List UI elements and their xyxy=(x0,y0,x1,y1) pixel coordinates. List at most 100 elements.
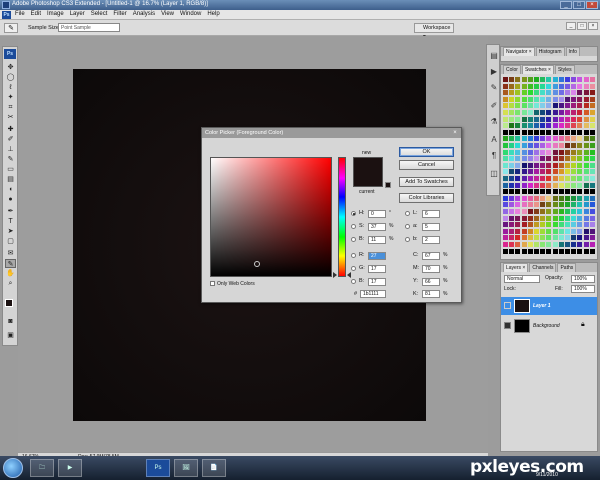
swatch-cell[interactable] xyxy=(534,129,539,135)
swatch-cell[interactable] xyxy=(571,110,577,115)
magic-wand-tool-icon[interactable]: ✦ xyxy=(5,93,16,102)
swatch-cell[interactable] xyxy=(558,103,564,109)
swatch-cell[interactable] xyxy=(571,215,577,221)
swatch-cell[interactable] xyxy=(521,90,527,96)
swatch-cell[interactable] xyxy=(534,110,539,115)
swatch-cell[interactable] xyxy=(589,77,595,82)
swatch-cell[interactable] xyxy=(571,189,577,195)
swatch-cell[interactable] xyxy=(527,90,533,96)
swatch-cell[interactable] xyxy=(527,209,533,214)
swatch-cell[interactable] xyxy=(509,189,515,195)
swatch-cell[interactable] xyxy=(571,235,577,241)
swatch-cell[interactable] xyxy=(571,83,577,89)
swatch-cell[interactable] xyxy=(589,116,595,122)
swatch-cell[interactable] xyxy=(515,248,521,254)
swatch-cell[interactable] xyxy=(583,182,589,188)
swatch-cell[interactable] xyxy=(558,149,564,155)
swatch-cell[interactable] xyxy=(558,83,564,89)
swatch-cell[interactable] xyxy=(527,195,533,201)
clone-stamp-tool-icon[interactable]: ⊥ xyxy=(5,145,16,154)
swatch-cell[interactable] xyxy=(509,136,515,142)
swatch-cell[interactable] xyxy=(577,136,583,142)
swatch-cell[interactable] xyxy=(546,123,552,129)
swatch-cell[interactable] xyxy=(503,176,508,181)
swatch-cell[interactable] xyxy=(565,209,570,214)
swatch-cell[interactable] xyxy=(509,143,515,148)
swatch-cell[interactable] xyxy=(515,162,521,168)
swatch-cell[interactable] xyxy=(552,83,558,89)
swatch-cell[interactable] xyxy=(571,228,577,234)
swatch-cell[interactable] xyxy=(558,202,564,208)
swatch-cell[interactable] xyxy=(589,215,595,221)
swatch-cell[interactable] xyxy=(558,235,564,241)
swatch-cell[interactable] xyxy=(546,228,552,234)
swatch-cell[interactable] xyxy=(509,162,515,168)
swatch-cell[interactable] xyxy=(558,136,564,142)
swatch-cell[interactable] xyxy=(558,110,564,115)
swatch-cell[interactable] xyxy=(552,123,558,129)
swatch-cell[interactable] xyxy=(503,242,508,247)
swatch-cell[interactable] xyxy=(571,195,577,201)
swatch-cell[interactable] xyxy=(546,156,552,162)
swatch-cell[interactable] xyxy=(558,248,564,254)
swatch-cell[interactable] xyxy=(521,235,527,241)
swatch-cell[interactable] xyxy=(509,182,515,188)
swatch-cell[interactable] xyxy=(540,90,546,96)
swatch-cell[interactable] xyxy=(589,209,595,214)
swatch-cell[interactable] xyxy=(552,110,558,115)
swatch-cell[interactable] xyxy=(521,116,527,122)
swatch-cell[interactable] xyxy=(515,195,521,201)
swatch-cell[interactable] xyxy=(503,96,508,102)
swatch-cell[interactable] xyxy=(577,83,583,89)
swatch-cell[interactable] xyxy=(577,156,583,162)
swatch-cell[interactable] xyxy=(527,149,533,155)
radio-a[interactable] xyxy=(405,224,410,229)
swatch-cell[interactable] xyxy=(540,189,546,195)
swatch-cell[interactable] xyxy=(521,83,527,89)
move-tool-icon[interactable]: ✥ xyxy=(5,63,16,72)
swatch-cell[interactable] xyxy=(546,222,552,228)
swatch-cell[interactable] xyxy=(558,189,564,195)
swatch-cell[interactable] xyxy=(558,222,564,228)
swatch-cell[interactable] xyxy=(571,90,577,96)
swatch-cell[interactable] xyxy=(546,116,552,122)
swatch-cell[interactable] xyxy=(509,149,515,155)
swatch-cell[interactable] xyxy=(534,96,539,102)
layer-comps-icon[interactable]: ◫ xyxy=(488,167,500,181)
swatch-cell[interactable] xyxy=(521,248,527,254)
swatch-cell[interactable] xyxy=(565,228,570,234)
swatch-cell[interactable] xyxy=(509,103,515,109)
swatch-cell[interactable] xyxy=(521,228,527,234)
layer-name[interactable]: Background xyxy=(533,323,560,329)
swatch-cell[interactable] xyxy=(577,123,583,129)
swatch-cell[interactable] xyxy=(534,228,539,234)
swatch-cell[interactable] xyxy=(534,169,539,175)
swatch-cell[interactable] xyxy=(521,143,527,148)
swatch-cell[interactable] xyxy=(571,182,577,188)
swatch-cell[interactable] xyxy=(583,228,589,234)
taskbar-media[interactable]: ▶ xyxy=(58,459,82,477)
swatch-cell[interactable] xyxy=(534,202,539,208)
doc-maximize-button[interactable]: □ xyxy=(577,22,587,30)
swatch-cell[interactable] xyxy=(565,143,570,148)
tab-info[interactable]: Info xyxy=(565,47,580,56)
swatch-cell[interactable] xyxy=(509,123,515,129)
blur-tool-icon[interactable]: ◖ xyxy=(5,185,16,194)
swatch-cell[interactable] xyxy=(534,215,539,221)
swatch-cell[interactable] xyxy=(515,83,521,89)
swatch-cell[interactable] xyxy=(521,222,527,228)
swatch-cell[interactable] xyxy=(558,162,564,168)
swatch-cell[interactable] xyxy=(503,123,508,129)
swatch-cell[interactable] xyxy=(503,202,508,208)
swatch-cell[interactable] xyxy=(546,129,552,135)
swatch-cell[interactable] xyxy=(589,149,595,155)
swatch-cell[interactable] xyxy=(527,110,533,115)
swatch-cell[interactable] xyxy=(577,149,583,155)
eyedropper-icon[interactable]: ✎ xyxy=(5,259,16,268)
swatch-cell[interactable] xyxy=(546,103,552,109)
swatch-cell[interactable] xyxy=(552,228,558,234)
swatch-cell[interactable] xyxy=(558,228,564,234)
swatch-cell[interactable] xyxy=(515,143,521,148)
swatch-cell[interactable] xyxy=(515,136,521,142)
swatch-cell[interactable] xyxy=(540,129,546,135)
